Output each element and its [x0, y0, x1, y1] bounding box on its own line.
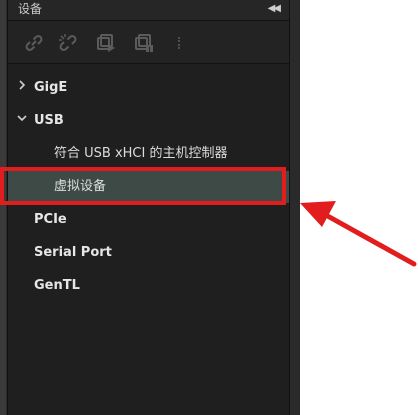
tree-item-usb[interactable]: USB [8, 105, 289, 137]
window-edge [0, 0, 6, 415]
annotation-arrow-icon [300, 201, 417, 267]
tree-item-label: 符合 USB xHCI 的主机控制器 [54, 146, 228, 161]
tree-item-pcie[interactable]: PCIe [8, 204, 289, 236]
connect-icon[interactable] [24, 33, 44, 53]
double-left-arrow-icon[interactable]: ◀◀ [268, 0, 281, 18]
device-toolbar [8, 21, 289, 64]
panel-title: 设备 [18, 2, 43, 16]
devices-window: 设备 ◀◀ GigE USB 符合 USB xHCI 的主机控制器 虚拟设备 P… [0, 0, 300, 415]
panel-titlebar: 设备 ◀◀ [8, 0, 289, 21]
tree-item-gige[interactable]: GigE [8, 72, 289, 104]
annotation-highlight-box [0, 167, 286, 205]
tree-item-label: Serial Port [34, 245, 112, 260]
chevron-down-icon[interactable] [16, 112, 28, 124]
tree-item-label: GigE [34, 80, 68, 95]
toolbar-separator [178, 37, 182, 49]
single-capture-icon[interactable] [96, 33, 116, 53]
devices-panel: 设备 ◀◀ GigE USB 符合 USB xHCI 的主机控制器 虚拟设备 P… [7, 0, 290, 415]
tree-item-label: GenTL [34, 278, 80, 293]
tree-item-serial-port[interactable]: Serial Port [8, 237, 289, 269]
disconnect-icon[interactable] [58, 33, 78, 53]
chevron-right-icon[interactable] [16, 79, 28, 91]
stop-capture-icon[interactable] [134, 33, 154, 53]
tree-item-usb-host-controller[interactable]: 符合 USB xHCI 的主机控制器 [8, 138, 289, 170]
tree-item-label: PCIe [34, 212, 67, 227]
tree-item-gentl[interactable]: GenTL [8, 270, 289, 302]
tree-item-label: USB [34, 113, 64, 128]
